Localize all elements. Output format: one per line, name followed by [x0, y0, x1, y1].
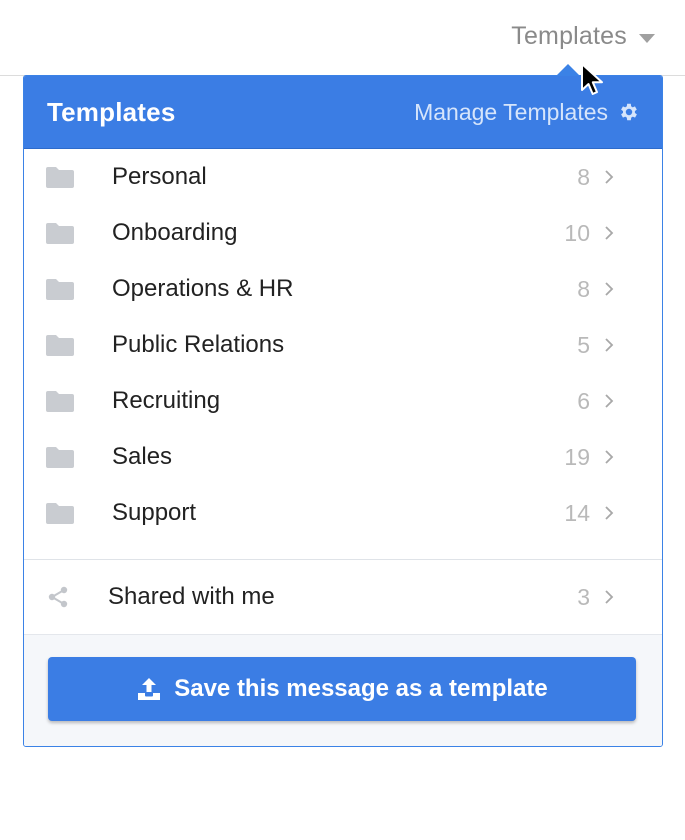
chevron-right-icon	[605, 170, 614, 184]
chevron-right-icon	[605, 338, 614, 352]
folder-row-sales[interactable]: Sales 19	[24, 429, 662, 485]
panel-footer: Save this message as a template	[24, 634, 662, 746]
shared-with-me-row[interactable]: Shared with me 3	[24, 560, 662, 634]
folder-list: Personal 8 Onboarding 10 Operations & HR…	[24, 149, 662, 559]
folder-name: Recruiting	[112, 387, 221, 414]
folder-icon	[46, 503, 74, 524]
panel-header: Templates Manage Templates	[24, 76, 662, 149]
mouse-pointer-icon	[581, 63, 603, 95]
folder-icon	[46, 335, 74, 356]
folder-count: 8	[577, 275, 590, 302]
manage-templates-link[interactable]: Manage Templates	[414, 99, 640, 126]
chevron-right-icon	[605, 282, 614, 296]
templates-dropdown-panel: Templates Manage Templates Personal 8 On…	[23, 75, 663, 747]
chevron-right-icon	[605, 590, 614, 604]
folder-name: Operations & HR	[112, 275, 294, 302]
folder-icon	[46, 279, 74, 300]
templates-dropdown-trigger[interactable]: Templates	[511, 22, 655, 51]
share-icon	[48, 586, 68, 608]
folder-name: Sales	[112, 443, 173, 470]
folder-row-onboarding[interactable]: Onboarding 10	[24, 205, 662, 261]
chevron-right-icon	[605, 506, 614, 520]
folder-row-support[interactable]: Support 14	[24, 485, 662, 541]
gear-icon	[621, 103, 637, 121]
folder-icon	[46, 223, 74, 244]
folder-row-operations-hr[interactable]: Operations & HR 8	[24, 261, 662, 317]
list-spacer	[24, 541, 662, 559]
folder-row-personal[interactable]: Personal 8	[24, 149, 662, 205]
manage-templates-label: Manage Templates	[414, 98, 608, 125]
folder-icon	[46, 167, 74, 188]
caret-down-icon	[639, 33, 655, 43]
save-as-template-label: Save this message as a template	[174, 675, 548, 702]
chevron-right-icon	[605, 394, 614, 408]
panel-title: Templates	[47, 96, 176, 127]
folder-icon	[46, 391, 74, 412]
templates-trigger-label: Templates	[511, 22, 627, 50]
folder-icon	[46, 447, 74, 468]
folder-count: 6	[577, 387, 590, 414]
upload-icon	[138, 678, 161, 700]
folder-name: Onboarding	[112, 219, 238, 246]
folder-count: 19	[564, 443, 590, 470]
folder-count: 10	[564, 219, 590, 246]
folder-row-recruiting[interactable]: Recruiting 6	[24, 373, 662, 429]
folder-count: 5	[577, 331, 590, 358]
shared-with-me-label: Shared with me	[108, 583, 275, 610]
folder-row-public-relations[interactable]: Public Relations 5	[24, 317, 662, 373]
shared-count: 3	[577, 583, 590, 610]
folder-count: 14	[564, 499, 590, 526]
folder-count: 8	[577, 163, 590, 190]
save-as-template-button[interactable]: Save this message as a template	[48, 657, 636, 721]
folder-name: Support	[112, 499, 197, 526]
chevron-right-icon	[605, 450, 614, 464]
chevron-right-icon	[605, 226, 614, 240]
folder-name: Public Relations	[112, 331, 285, 358]
folder-name: Personal	[112, 163, 207, 190]
